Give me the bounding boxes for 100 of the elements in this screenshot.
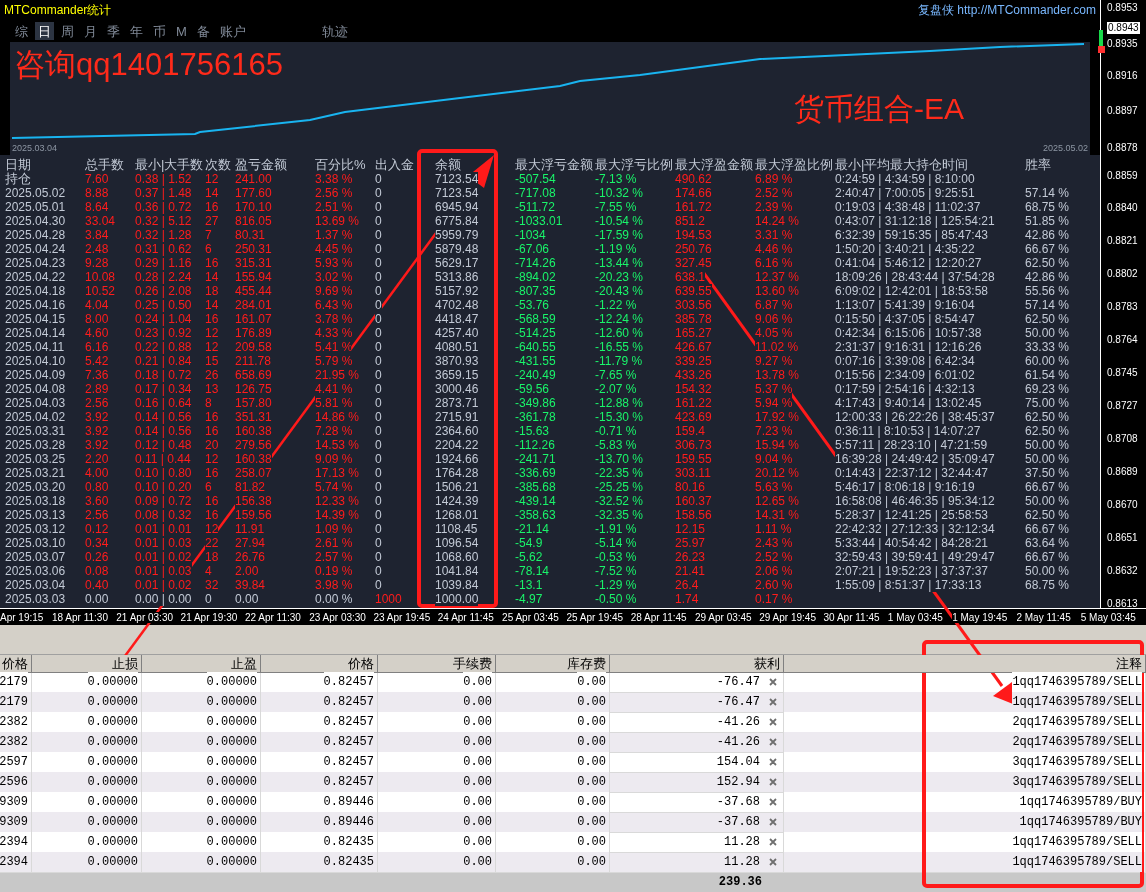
- table-cell: 351.31: [235, 410, 272, 424]
- table-cell: 2.56: [85, 508, 109, 522]
- table-cell: 2025.04.18: [5, 284, 66, 298]
- price-label: 0.8953: [1107, 2, 1138, 14]
- column-header: 百分比%: [315, 158, 366, 172]
- close-icon[interactable]: [769, 698, 777, 706]
- table-cell: 55.56 %: [1025, 284, 1070, 298]
- table-cell: 7.60: [85, 172, 109, 186]
- table-cell: 258.07: [235, 466, 272, 480]
- period-tab[interactable]: M: [173, 22, 190, 40]
- table-cell: 0.09 | 0.72: [135, 494, 192, 508]
- table-cell: 9.27 %: [755, 354, 793, 368]
- table-cell-text: -37.68: [716, 794, 760, 811]
- table-cell: 0: [375, 494, 382, 508]
- table-cell: 2.52 %: [755, 550, 793, 564]
- table-cell: 9.06 %: [755, 312, 793, 326]
- table-cell: 0: [375, 340, 382, 354]
- table-cell: 0: [375, 452, 382, 466]
- column-header[interactable]: 库存费: [496, 655, 610, 673]
- table-cell: 3.31 %: [755, 228, 793, 242]
- column-header[interactable]: 止盈: [142, 655, 261, 673]
- column-header[interactable]: 获利: [610, 655, 784, 673]
- close-icon[interactable]: [769, 678, 777, 686]
- table-cell: 61.54 %: [1025, 368, 1070, 382]
- table-cell: -439.14: [515, 494, 556, 508]
- table-cell: 2025.03.04: [5, 578, 66, 592]
- period-tab[interactable]: 日: [35, 22, 54, 40]
- period-tab[interactable]: 综: [12, 22, 31, 40]
- table-cell: 0: [375, 536, 382, 550]
- table-cell: 2.43 %: [755, 536, 793, 550]
- close-icon[interactable]: [769, 798, 777, 806]
- app-title: MTCommander统计: [4, 2, 112, 19]
- table-cell: -1.19 %: [595, 242, 637, 256]
- price-label: 0.8745: [1107, 367, 1138, 379]
- table-cell: 5:28:37 | 12:41:25 | 25:58:53: [835, 508, 989, 522]
- table-cell: -13.1: [515, 578, 543, 592]
- table-cell: 176.89: [235, 326, 272, 340]
- price-label: 0.8727: [1107, 400, 1138, 412]
- close-icon[interactable]: [769, 758, 777, 766]
- table-cell: 2025.04.22: [5, 270, 66, 284]
- column-header[interactable]: 手续费: [378, 655, 496, 673]
- table-cell: 0: [205, 592, 212, 606]
- table-cell: 3qq1746395789/SELL: [1012, 772, 1142, 792]
- table-cell: 3000.46: [435, 382, 479, 396]
- table-cell: 7: [205, 228, 212, 242]
- table-cell: 0:07:16 | 3:39:08 | 6:42:34: [835, 354, 975, 368]
- table-cell: 26.4: [675, 578, 699, 592]
- close-icon[interactable]: [769, 778, 777, 786]
- table-cell: 0.10 | 0.80: [135, 466, 192, 480]
- table-cell: 66.67 %: [1025, 522, 1070, 536]
- column-header: 出入金: [375, 158, 414, 172]
- table-cell: 2.52 %: [755, 186, 793, 200]
- close-icon[interactable]: [769, 738, 777, 746]
- table-cell: 13.78 %: [755, 368, 800, 382]
- table-cell: 160.38: [235, 424, 272, 438]
- table-cell: 8.00: [85, 312, 109, 326]
- table-cell: 2025.03.07: [5, 550, 66, 564]
- price-label: 0.8916: [1107, 70, 1138, 82]
- table-cell: 0:36:11 | 8:10:53 | 14:07:27: [835, 424, 981, 438]
- table-cell: 17.13 %: [315, 466, 360, 480]
- table-cell: 0.25 | 0.50: [135, 298, 192, 312]
- site-link[interactable]: 复盘侠 http://MTCommander.com: [917, 1, 1096, 19]
- period-tab[interactable]: 月: [81, 22, 100, 40]
- table-cell: 13.60 %: [755, 284, 800, 298]
- column-header[interactable]: 价格: [0, 655, 32, 673]
- period-tab[interactable]: 备: [193, 22, 213, 40]
- column-header[interactable]: 止损: [32, 655, 142, 673]
- close-icon[interactable]: [769, 818, 777, 826]
- table-cell: 156.38: [235, 494, 272, 508]
- price-label: 0.8840: [1107, 202, 1138, 214]
- table-cell: 10.08: [85, 270, 116, 284]
- period-tab[interactable]: 季: [104, 22, 123, 40]
- close-icon[interactable]: [769, 858, 777, 866]
- table-cell: -568.59: [515, 312, 556, 326]
- table-cell: 194.53: [675, 228, 712, 242]
- period-tab[interactable]: 周: [58, 22, 77, 40]
- table-cell: -807.35: [515, 284, 556, 298]
- column-header[interactable]: 价格: [261, 655, 378, 673]
- table-cell: 490.62: [675, 172, 712, 186]
- table-cell: 12:00:33 | 26:22:26 | 38:45:37: [835, 410, 995, 424]
- period-tab[interactable]: 轨迹: [318, 22, 351, 40]
- table-cell: 1.11 %: [755, 522, 792, 536]
- table-cell: 2025.05.02: [5, 186, 66, 200]
- table-cell: 18:09:26 | 28:43:44 | 37:54:28: [835, 270, 995, 284]
- table-cell: 62.50 %: [1025, 256, 1070, 270]
- table-cell: 126.75: [235, 382, 272, 396]
- column-header: 总手数: [85, 158, 124, 172]
- column-header[interactable]: 注释: [784, 655, 1146, 673]
- period-tab[interactable]: 年: [127, 22, 146, 40]
- close-icon[interactable]: [769, 838, 777, 846]
- table-cell: 1qq1746395789/BUY: [1019, 792, 1142, 812]
- period-tab[interactable]: 币: [150, 22, 169, 40]
- table-cell: -11.79 %: [595, 354, 643, 368]
- table-cell: 1506.21: [435, 480, 479, 494]
- table-cell: 2025.03.25: [5, 452, 66, 466]
- close-icon[interactable]: [769, 718, 777, 726]
- period-tab[interactable]: 账户: [216, 22, 249, 40]
- table-cell: 5629.17: [435, 256, 479, 270]
- table-cell: 32: [205, 578, 219, 592]
- column-header: 余额: [435, 158, 461, 172]
